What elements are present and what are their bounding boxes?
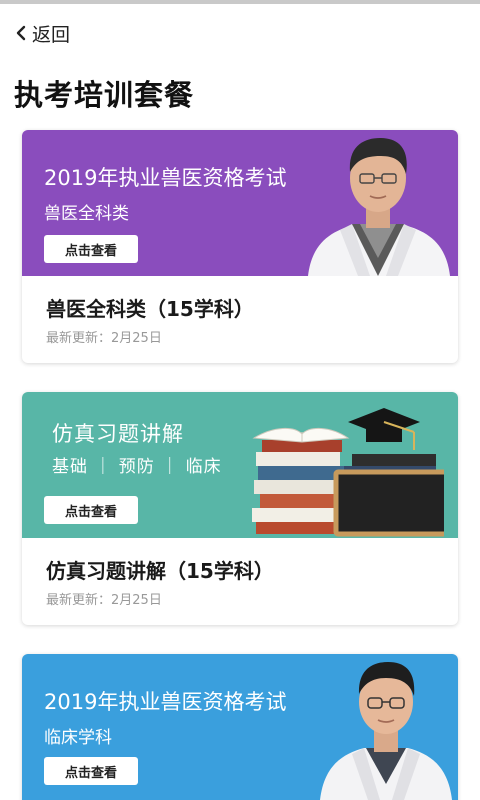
- card-title: 兽医全科类（15学科）: [46, 297, 254, 321]
- back-label: 返回: [32, 23, 71, 46]
- card-banner: 2019年执业兽医资格考试 临床学科 点击查看: [22, 654, 458, 800]
- card-update-info: 最新更新：2月25日: [46, 589, 162, 608]
- banner-heading: 2019年执业兽医资格考试: [44, 690, 287, 714]
- books-graduation-cap-image: [252, 408, 444, 537]
- card-banner: 仿真习题讲解 基础 ｜ 预防 ｜ 临床 点击查看: [22, 392, 458, 538]
- package-card-exercises[interactable]: 仿真习题讲解 基础 ｜ 预防 ｜ 临床 点击查看 仿真习题讲解（15学科） 最新…: [22, 392, 458, 625]
- banner-subtitle: 兽医全科类: [44, 204, 129, 224]
- status-bar-line: [0, 0, 480, 4]
- banner-heading: 2019年执业兽医资格考试: [44, 166, 287, 190]
- instructor-portrait-image: [320, 662, 452, 800]
- back-button[interactable]: 返回: [14, 20, 70, 46]
- update-date: 2月25日: [111, 331, 162, 346]
- card-update-info: 最新更新：2月25日: [46, 327, 162, 346]
- update-date: 2月25日: [111, 593, 162, 608]
- instructor-portrait-image: [308, 138, 450, 276]
- package-card-clinical[interactable]: 2019年执业兽医资格考试 临床学科 点击查看: [22, 654, 458, 800]
- chevron-left-icon: [16, 25, 26, 41]
- view-button[interactable]: 点击查看: [44, 757, 138, 785]
- update-prefix: 最新更新：: [46, 593, 112, 608]
- card-banner: 2019年执业兽医资格考试 兽医全科类 点击查看: [22, 130, 458, 276]
- update-prefix: 最新更新：: [46, 331, 112, 346]
- view-button[interactable]: 点击查看: [44, 235, 138, 263]
- banner-subtitle: 临床学科: [44, 728, 112, 748]
- view-button[interactable]: 点击查看: [44, 496, 138, 524]
- page-title: 执考培训套餐: [14, 78, 195, 112]
- banner-subtitle: 基础 ｜ 预防 ｜ 临床: [52, 457, 222, 477]
- package-card-general[interactable]: 2019年执业兽医资格考试 兽医全科类 点击查看 兽医全科类（15学科） 最新更…: [22, 130, 458, 363]
- banner-heading: 仿真习题讲解: [52, 422, 184, 446]
- card-title: 仿真习题讲解（15学科）: [46, 559, 274, 583]
